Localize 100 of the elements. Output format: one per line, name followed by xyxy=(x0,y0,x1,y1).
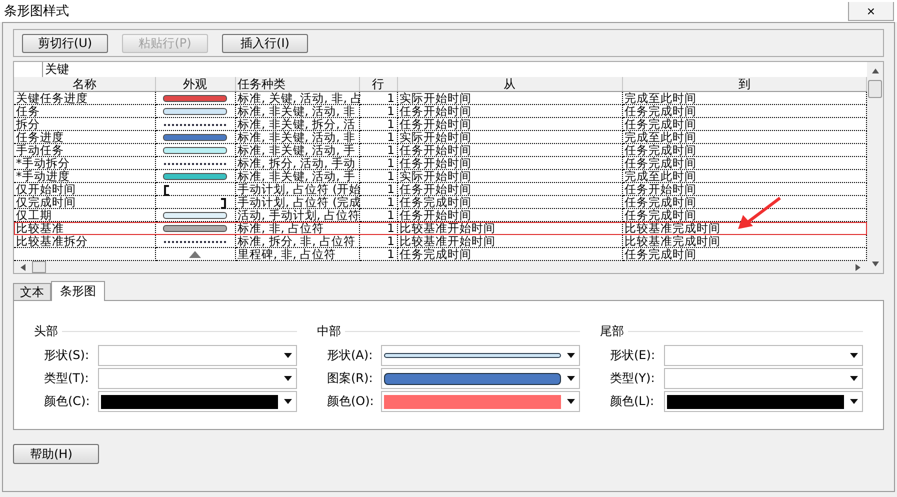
table-cell: 比较基准 xyxy=(14,222,155,234)
table-cell: 关键任务进度 xyxy=(14,92,155,104)
field-label: 类型(Y): xyxy=(609,370,656,387)
table-cell: 标准, 非关键, 活动, 非 xyxy=(235,130,359,144)
table-cell: 1 xyxy=(359,208,397,222)
caret-icon xyxy=(567,399,575,404)
dropdown[interactable] xyxy=(381,368,580,389)
field-label: 颜色(O): xyxy=(326,393,375,410)
table-cell: 任务完成时间 xyxy=(397,196,622,208)
table-cell: 标准, 非关键, 活动, 手 xyxy=(235,144,359,156)
table-cell: 标准, 非关键, 活动, 手 xyxy=(235,170,359,182)
table-cell: 标准, 非关键, 拆分, 活 xyxy=(235,118,359,130)
table-cell: 手动任务 xyxy=(14,144,155,156)
table-cell: 标准, 拆分, 活动, 手动 xyxy=(235,156,359,170)
table-cell: 标准, 拆分, 非, 占位符 xyxy=(235,234,359,248)
dotted-line-icon xyxy=(164,240,226,243)
table-cell: 任务开始时间 xyxy=(397,156,622,170)
horizontal-scrollbar[interactable] xyxy=(14,261,867,273)
dropdown[interactable] xyxy=(381,345,580,366)
field-label: 颜色(L): xyxy=(609,393,656,410)
column-header[interactable]: 行 xyxy=(359,77,397,92)
table-cell: 比较基准拆分 xyxy=(14,234,155,248)
column-header[interactable]: 任务种类 xyxy=(235,77,359,92)
table-cell: 实际开始时间 xyxy=(397,170,622,182)
column-header[interactable]: 外观 xyxy=(155,77,235,92)
table-cell: 任务完成时间 xyxy=(622,156,866,170)
table-cell: 完成至此时间 xyxy=(622,170,866,182)
table-cell: 1 xyxy=(359,222,397,234)
table-cell: 任务完成时间 xyxy=(622,104,866,118)
table-cell: 任务开始时间 xyxy=(397,104,622,118)
table-cell: 1 xyxy=(359,156,397,170)
column-header[interactable]: 到 xyxy=(622,77,866,92)
table-cell: 标准, 关键, 活动, 非, 占 xyxy=(235,92,359,104)
toolbar-button[interactable]: 剪切行(U) xyxy=(22,34,108,52)
dotted-line-icon xyxy=(164,162,226,165)
help-button[interactable]: 帮助(H) xyxy=(13,444,99,464)
window-title: 条形图样式 xyxy=(4,3,69,20)
table-cell: 手动计划, 占位符 (完成 xyxy=(235,196,359,208)
table-cell: 比较基准完成时间 xyxy=(622,234,866,248)
table-cell: 完成至此时间 xyxy=(622,92,866,104)
scroll-thumb[interactable] xyxy=(32,261,46,273)
table-cell: 任务 xyxy=(14,104,155,118)
table-cell: 1 xyxy=(359,234,397,248)
tab[interactable]: 条形图 xyxy=(51,281,105,301)
table-cell: 1 xyxy=(359,144,397,156)
table-cell: 任务完成时间 xyxy=(622,144,866,156)
table-cell: 任务开始时间 xyxy=(397,118,622,130)
column-header[interactable]: 名称 xyxy=(14,77,155,92)
field-label: 形状(E): xyxy=(609,347,656,364)
caret-icon xyxy=(850,353,858,358)
table-cell: 1 xyxy=(359,170,397,182)
group-title: 中部 xyxy=(317,323,341,340)
table-cell: 实际开始时间 xyxy=(397,130,622,144)
table-cell: 仅开始时间 xyxy=(14,182,155,196)
table-cell: 实际开始时间 xyxy=(397,92,622,104)
table-cell: 任务开始时间 xyxy=(397,182,622,196)
vertical-scrollbar[interactable] xyxy=(867,62,883,273)
column-header[interactable]: 从 xyxy=(397,77,622,92)
tab[interactable]: 文本 xyxy=(13,283,51,300)
table-cell: 手动计划, 占位符 (开始 xyxy=(235,182,359,196)
field-label: 颜色(C): xyxy=(43,393,91,410)
table-cell: 标准, 非关键, 活动, 非 xyxy=(235,104,359,118)
table-cell: 任务开始时间 xyxy=(397,208,622,222)
group-title: 尾部 xyxy=(600,323,624,340)
field-label: 形状(S): xyxy=(43,347,90,364)
toolbar-button[interactable]: 插入行(I) xyxy=(222,34,308,52)
table-cell: 任务开始时间 xyxy=(622,182,866,196)
table-cell: 活动, 手动计划, 占位符 xyxy=(235,208,359,222)
caret-icon xyxy=(284,399,292,404)
caret-icon xyxy=(567,353,575,358)
table-cell: 任务完成时间 xyxy=(622,196,866,208)
dotted-line-icon xyxy=(164,124,226,126)
table-cell: 1 xyxy=(359,92,397,104)
table-cell: 1 xyxy=(359,118,397,130)
caret-icon xyxy=(284,376,292,381)
field-label: 图案(R): xyxy=(326,370,374,387)
arrow-icon xyxy=(736,196,782,230)
table-cell: 仅工期 xyxy=(14,208,155,222)
table-cell: 1 xyxy=(359,130,397,144)
table-cell: 仅完成时间 xyxy=(14,196,155,208)
table-cell: 1 xyxy=(359,182,397,196)
table-cell: 任务进度 xyxy=(14,130,155,144)
table-cell: 拆分 xyxy=(14,118,155,130)
table-cell: 任务完成时间 xyxy=(622,118,866,130)
table-cell: *手动拆分 xyxy=(14,156,155,170)
table-cell: 比较基准开始时间 xyxy=(397,222,622,234)
table-cell: 1 xyxy=(359,104,397,118)
table-cell: 比较基准开始时间 xyxy=(397,234,622,248)
table-cell: 任务开始时间 xyxy=(397,144,622,156)
close-button[interactable]: × xyxy=(848,2,894,20)
caret-icon xyxy=(284,353,292,358)
caret-icon xyxy=(567,376,575,381)
dropdown[interactable] xyxy=(98,391,297,412)
table-cell: 1 xyxy=(359,196,397,208)
scroll-thumb[interactable] xyxy=(868,80,882,98)
table-cell: 标准, 非, 占位符 xyxy=(235,222,359,234)
table-cell: 完成至此时间 xyxy=(622,130,866,144)
dropdown[interactable] xyxy=(664,391,863,412)
field-label: 形状(A): xyxy=(326,347,374,364)
caret-icon xyxy=(850,399,858,404)
